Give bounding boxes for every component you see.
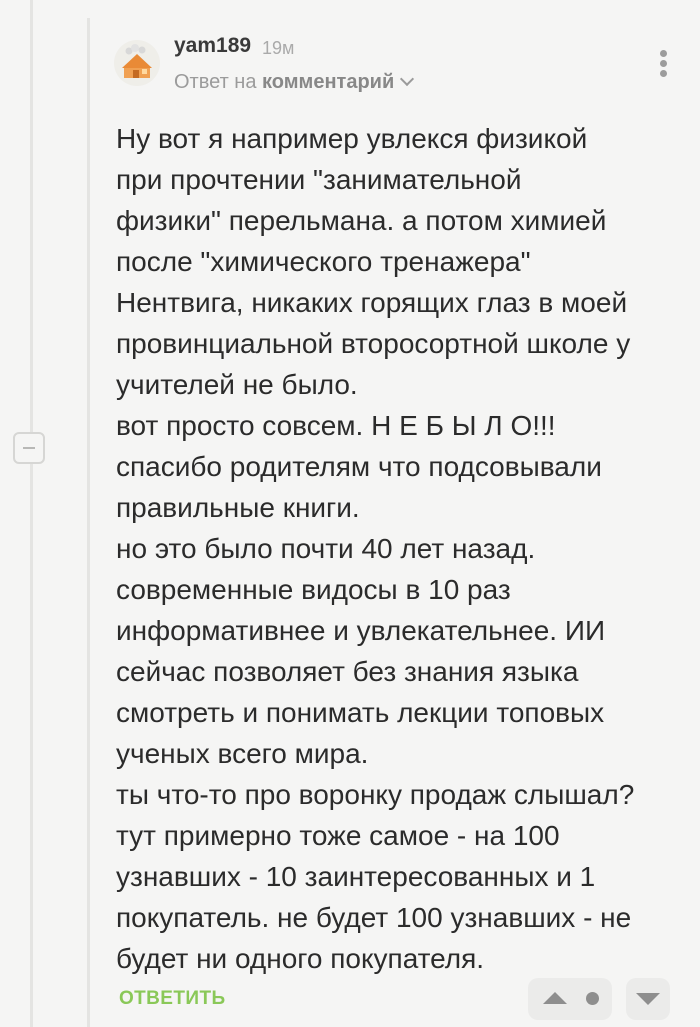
minus-icon <box>23 447 35 449</box>
house-avatar-icon <box>114 40 160 86</box>
reply-to-link[interactable]: Ответ на комментарий <box>174 71 415 94</box>
triangle-up-icon[interactable] <box>543 992 567 1004</box>
more-vertical-icon <box>659 50 667 57</box>
dot-icon <box>586 992 599 1005</box>
vote-up-box <box>528 978 612 1020</box>
vote-down-button[interactable] <box>626 978 670 1020</box>
chevron-down-icon <box>400 71 415 87</box>
comment-body: Ну вот я например увлекся физикой при пр… <box>116 123 635 974</box>
reply-button[interactable]: ОТВЕТИТЬ <box>119 988 226 1010</box>
more-options-button[interactable] <box>656 50 670 80</box>
thread-line-inner[interactable] <box>87 18 90 1027</box>
reply-prefix: Ответ на <box>174 71 257 93</box>
reply-target: комментарий <box>262 71 395 93</box>
comment-time: 19м <box>262 38 295 58</box>
thread-line-outer <box>30 0 33 1027</box>
comment-author[interactable]: yam189 <box>174 34 251 58</box>
avatar[interactable] <box>114 40 160 86</box>
collapse-thread-button[interactable] <box>13 432 45 464</box>
triangle-down-icon <box>636 993 660 1005</box>
